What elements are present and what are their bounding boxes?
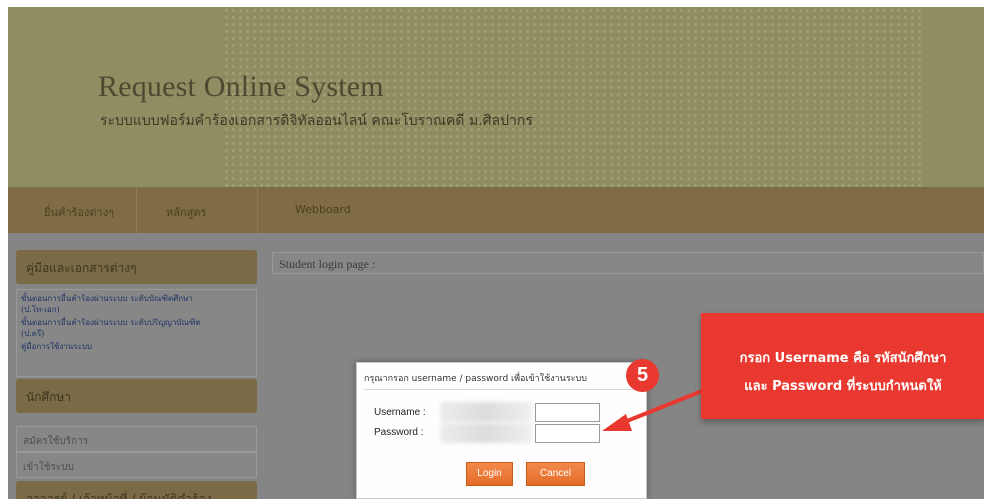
callout-arrow-icon xyxy=(602,385,713,431)
step-number-badge: 5 xyxy=(626,359,659,392)
callout-line-2: และ Password ที่ระบบกำหนดให้ xyxy=(744,379,942,394)
callout-line-1: กรอก Username คือ รหัสนักศึกษา xyxy=(739,351,947,366)
annotation-callout: กรอก Username คือ รหัสนักศึกษา และ Passw… xyxy=(701,313,984,419)
